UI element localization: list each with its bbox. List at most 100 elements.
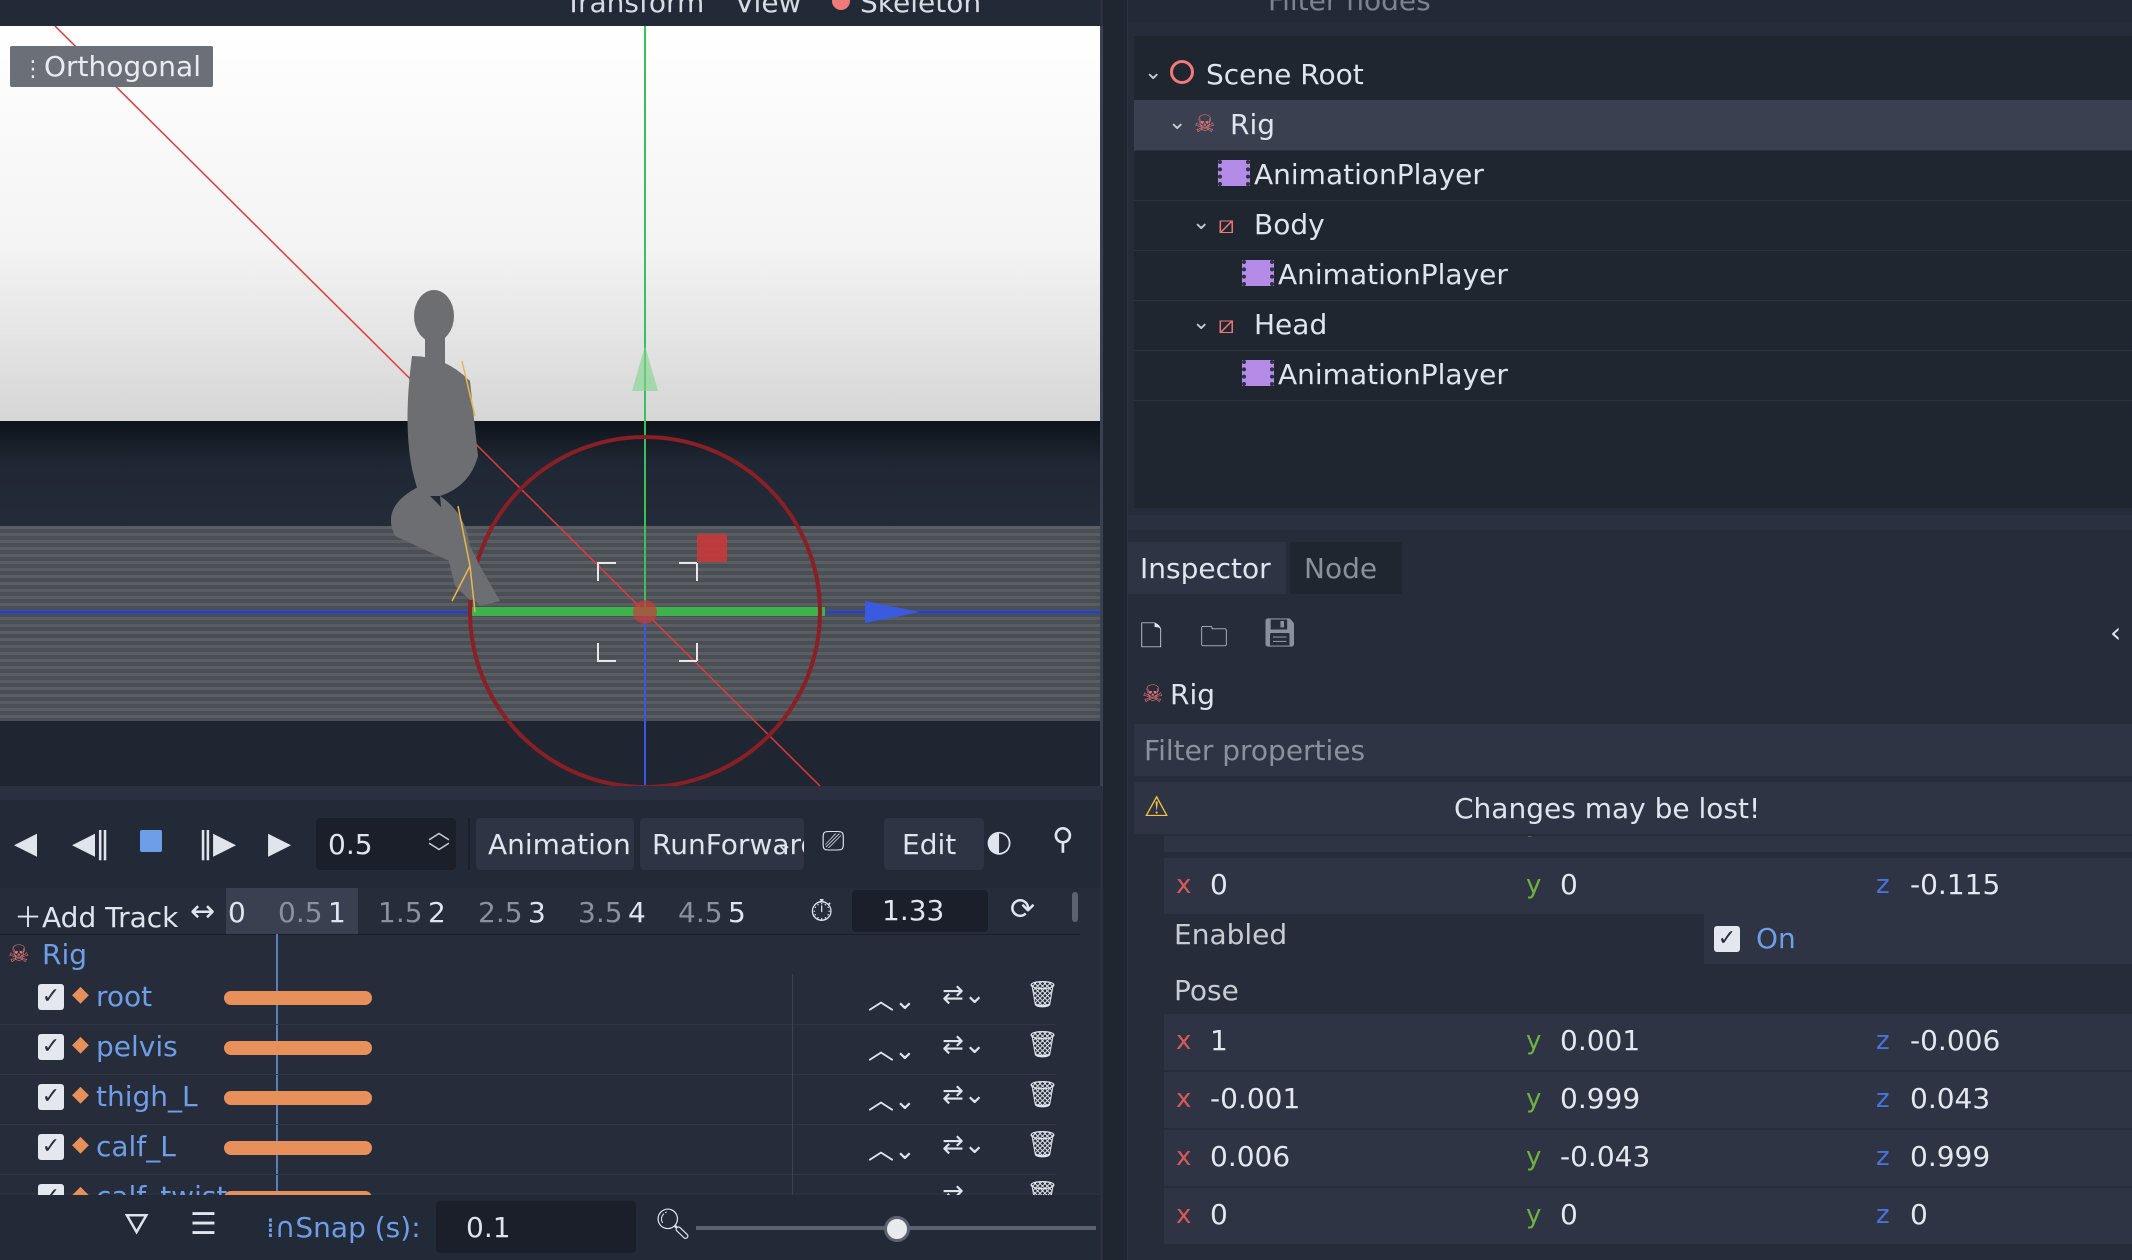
dock-splitter[interactable]: [1103, 0, 1127, 1260]
scrollbar[interactable]: [1072, 892, 1078, 922]
snap-toggle[interactable]: ⁞∩Snap (s):: [266, 1211, 421, 1244]
z-arrow-icon[interactable]: [865, 601, 920, 623]
interpolation-icon[interactable]: ︿⌄: [868, 1130, 916, 1167]
delete-track-icon[interactable]: 🗑︎: [1026, 1080, 1059, 1110]
track-enabled-checkbox[interactable]: ✓: [38, 1084, 64, 1110]
x-field[interactable]: x 1: [1164, 1014, 1504, 1070]
current-time-field[interactable]: 0.5 ︿ ﹀: [316, 818, 456, 870]
animation-length-field[interactable]: 1.33: [852, 890, 988, 932]
open-folder-icon[interactable]: 🗀: [1200, 616, 1228, 664]
y-field[interactable]: y -0.043: [1514, 1130, 1854, 1186]
z-field[interactable]: z 0.923: [1864, 836, 2132, 852]
scene-node[interactable]: ⌄ ⧄ Head: [1134, 300, 2132, 351]
collapse-arrow-icon[interactable]: ⌄: [1144, 60, 1162, 85]
loop-wrap-icon[interactable]: ⇄⌄: [942, 1130, 986, 1160]
mesh-icon: ⧄: [1218, 210, 1235, 240]
scene-node[interactable]: AnimationPlayer: [1134, 150, 2132, 201]
play-icon[interactable]: ▶: [268, 826, 291, 861]
x-field[interactable]: x 0: [1164, 836, 1504, 852]
pin-icon[interactable]: ⚲: [1052, 822, 1074, 857]
chevron-down-icon: ⌄: [776, 832, 793, 856]
filter-icon[interactable]: ⛛: [124, 1207, 149, 1242]
3d-viewport[interactable]: ⋮Orthogonal: [0, 26, 1103, 786]
y-field[interactable]: y 0.383: [1514, 836, 1854, 852]
filter-properties-field[interactable]: Filter properties: [1134, 724, 2132, 776]
interpolation-icon[interactable]: ︿⌄: [868, 1030, 916, 1067]
loop-wrap-icon[interactable]: ⇄⌄: [942, 1080, 986, 1110]
track-enabled-checkbox[interactable]: ✓: [38, 1134, 64, 1160]
z-field[interactable]: z 0.043: [1864, 1072, 2132, 1128]
x-value: 0: [1210, 836, 1228, 839]
scene-node[interactable]: ⌄ Scene Root: [1134, 50, 2132, 101]
snap-step-field[interactable]: 0.1: [436, 1201, 636, 1253]
play-from-start-icon[interactable]: ‖▶: [198, 826, 236, 861]
z-field[interactable]: z -0.006: [1864, 1014, 2132, 1070]
transform-menu[interactable]: Transform: [565, 0, 704, 19]
collapse-arrow-icon[interactable]: ⌄: [1168, 110, 1186, 135]
z-field[interactable]: z 0: [1864, 1188, 2132, 1244]
track-enabled-checkbox[interactable]: ✓: [38, 984, 64, 1010]
keyframe-strip[interactable]: [224, 1091, 372, 1105]
scene-node[interactable]: ⌄ ☠ Rig: [1134, 100, 2132, 151]
keyframe-strip[interactable]: [224, 991, 372, 1005]
skeleton-menu[interactable]: Skeleton: [860, 0, 981, 19]
play-backwards-from-end-icon[interactable]: ◀‖: [72, 826, 110, 861]
plane-handle[interactable]: [697, 534, 727, 562]
delete-track-icon[interactable]: 🗑︎: [1026, 1130, 1059, 1160]
track-row[interactable]: ✓ ◆ thigh_L ︿⌄ ⇄⌄ 🗑︎: [0, 1074, 1059, 1125]
keyframe-strip[interactable]: [224, 1041, 372, 1055]
scene-node[interactable]: ⌄ ⧄ Body: [1134, 200, 2132, 251]
autoplay-icon[interactable]: ⎚: [822, 824, 844, 858]
animation-select[interactable]: RunForward ⌄: [640, 818, 804, 870]
stop-icon[interactable]: [140, 830, 162, 852]
track-group-rig[interactable]: ☠ Rig: [0, 934, 1056, 974]
edit-menu-button[interactable]: Edit: [884, 818, 984, 870]
track-row[interactable]: ✓ ◆ calf_L ︿⌄ ⇄⌄ 🗑︎: [0, 1124, 1059, 1175]
collapse-arrow-icon[interactable]: ⌄: [1192, 210, 1210, 235]
track-enabled-checkbox[interactable]: ✓: [38, 1034, 64, 1060]
x-field[interactable]: x 0.006: [1164, 1130, 1504, 1186]
track-row[interactable]: ✓ ◆ pelvis ︿⌄ ⇄⌄ 🗑︎: [0, 1024, 1059, 1075]
interpolation-icon[interactable]: ︿⌄: [868, 1080, 916, 1117]
view-menu[interactable]: View: [735, 0, 801, 19]
onion-skin-icon[interactable]: ◐: [986, 824, 1012, 859]
delete-track-icon[interactable]: 🗑︎: [1026, 1030, 1059, 1060]
y-field[interactable]: y 0: [1514, 1188, 1854, 1244]
y-field[interactable]: y 0.999: [1514, 1072, 1854, 1128]
track-row[interactable]: ✓ ◆ root ︿⌄ ⇄⌄ 🗑︎: [0, 974, 1059, 1025]
collapse-arrow-icon[interactable]: ⌄: [1192, 310, 1210, 335]
loop-wrap-icon[interactable]: ⇄⌄: [942, 1030, 986, 1060]
character-model[interactable]: [390, 290, 500, 606]
tab-node[interactable]: Node: [1290, 542, 1402, 594]
new-resource-icon[interactable]: 🗋: [1140, 616, 1163, 664]
play-backwards-icon[interactable]: ◀: [14, 826, 37, 861]
history-icon[interactable]: ‹: [2110, 616, 2121, 649]
animation-menu-button[interactable]: Animation: [476, 818, 634, 870]
save-icon[interactable]: 💾︎: [1262, 616, 1298, 649]
fit-icon[interactable]: ↔: [190, 894, 215, 929]
z-field[interactable]: z 0.999: [1864, 1130, 2132, 1186]
x-field[interactable]: x 0: [1164, 858, 1504, 914]
loop-wrap-icon[interactable]: ⇄⌄: [942, 980, 986, 1010]
add-track-button[interactable]: ＋Add Track: [14, 896, 178, 936]
y-field[interactable]: y 0: [1514, 858, 1854, 914]
keyframe-strip[interactable]: [224, 1141, 372, 1155]
spinner-icon[interactable]: ︿ ﹀: [428, 822, 450, 866]
scene-node[interactable]: AnimationPlayer: [1134, 250, 2132, 301]
enabled-checkbox[interactable]: ✓ On: [1704, 914, 2132, 964]
delete-track-icon[interactable]: 🗑︎: [1026, 980, 1059, 1010]
interpolation-icon[interactable]: ︿⌄: [868, 980, 916, 1017]
z-field[interactable]: z -0.115: [1864, 858, 2132, 914]
filter-nodes-placeholder[interactable]: Filter nodes: [1268, 0, 1431, 17]
x-field[interactable]: x 0: [1164, 1188, 1504, 1244]
view-mode-button[interactable]: ⋮Orthogonal: [10, 46, 213, 87]
gizmo-center[interactable]: [633, 600, 657, 624]
scene-node[interactable]: AnimationPlayer: [1134, 350, 2132, 401]
y-arrow-icon[interactable]: [632, 346, 658, 391]
x-field[interactable]: x -0.001: [1164, 1072, 1504, 1128]
zoom-slider-handle[interactable]: [884, 1216, 910, 1242]
y-field[interactable]: y 0.001: [1514, 1014, 1854, 1070]
loop-icon[interactable]: ⟳: [1010, 892, 1035, 927]
tree-view-icon[interactable]: ☰: [190, 1207, 217, 1242]
tab-inspector[interactable]: Inspector: [1128, 542, 1286, 594]
